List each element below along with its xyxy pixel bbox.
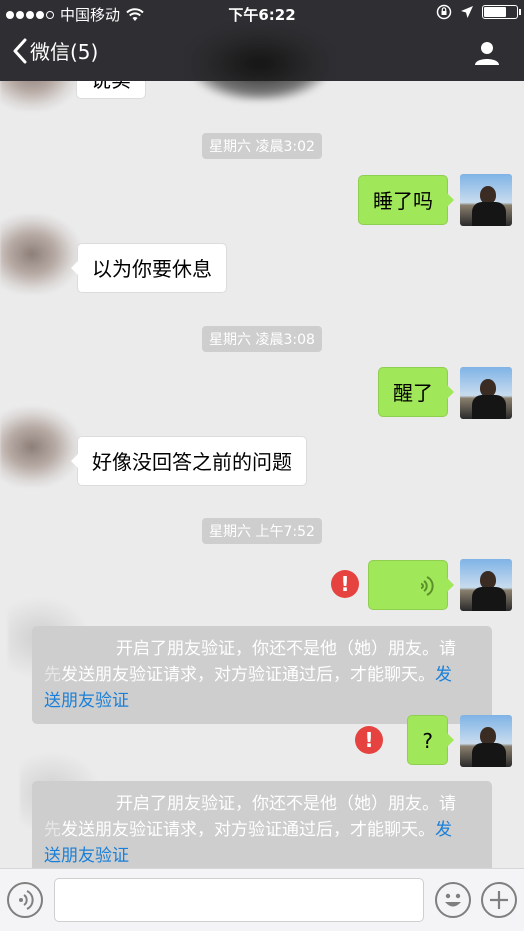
chevron-left-icon bbox=[13, 38, 27, 63]
top-bar: 中国移动 下午6:22 微信(5) bbox=[0, 0, 524, 101]
send-verification-link[interactable]: 送朋友验证 bbox=[44, 846, 129, 866]
nav-bar: 微信(5) bbox=[0, 26, 524, 101]
notice-text: 发送朋友验证请求，对方验证通过后，才能聊天。 bbox=[61, 665, 435, 685]
back-button[interactable]: 微信(5) bbox=[12, 36, 98, 65]
person-icon[interactable] bbox=[472, 38, 502, 68]
message-text: ? bbox=[422, 729, 433, 753]
my-avatar[interactable] bbox=[460, 367, 512, 419]
my-avatar[interactable] bbox=[460, 715, 512, 767]
timestamp-label: 星期六 凌晨3:08 bbox=[202, 326, 322, 352]
contact-avatar[interactable] bbox=[0, 81, 80, 111]
my-avatar[interactable] bbox=[460, 174, 512, 226]
timestamp: 星期六 凌晨3:02 bbox=[0, 133, 524, 159]
message-text: 以为你要休息 bbox=[92, 257, 212, 281]
notice-text: 发送朋友验证请求，对方验证通过后，才能聊天。 bbox=[61, 820, 435, 840]
timestamp-label: 星期六 凌晨3:02 bbox=[202, 133, 322, 159]
send-verification-link[interactable]: 发 bbox=[435, 665, 452, 685]
send-verification-link[interactable]: 送朋友验证 bbox=[44, 691, 129, 711]
friend-verification-notice: 开启了朋友验证，你还不是他（她）朋友。请 先发送朋友验证请求，对方验证通过后，才… bbox=[32, 781, 492, 868]
chat-area[interactable]: 说实 星期六 凌晨3:02 睡了吗 以为你要休息 星期六 凌晨3:08 醒了 好… bbox=[0, 81, 524, 868]
emoji-button[interactable] bbox=[435, 882, 471, 918]
message-text: 说实 bbox=[91, 81, 131, 92]
timestamp: 星期六 凌晨3:08 bbox=[0, 326, 524, 352]
notice-text: 开启了朋友验证，你还不是他（她）朋友。请 bbox=[116, 794, 456, 814]
send-failed-icon[interactable]: ! bbox=[331, 570, 359, 598]
message-text: 睡了吗 bbox=[373, 189, 433, 213]
message-bubble-self[interactable]: 醒了 bbox=[378, 367, 454, 417]
input-bar bbox=[0, 868, 524, 931]
message-input[interactable] bbox=[54, 878, 424, 922]
message-bubble-other[interactable]: 以为你要休息 bbox=[71, 243, 227, 293]
my-avatar[interactable] bbox=[460, 559, 512, 611]
notice-text: 开启了朋友验证，你还不是他（她）朋友。请 bbox=[116, 639, 456, 659]
battery-icon bbox=[482, 5, 521, 19]
message-bubble-other[interactable]: 好像没回答之前的问题 bbox=[71, 436, 307, 486]
status-bar: 中国移动 下午6:22 bbox=[0, 0, 524, 26]
location-arrow-icon bbox=[461, 6, 473, 18]
more-button[interactable] bbox=[481, 882, 517, 918]
back-label: 微信(5) bbox=[30, 40, 99, 64]
send-verification-link[interactable]: 发 bbox=[435, 820, 452, 840]
message-text: 好像没回答之前的问题 bbox=[92, 450, 292, 474]
smiley-icon bbox=[445, 893, 461, 907]
timestamp-label: 星期六 上午7:52 bbox=[202, 518, 322, 544]
plus-icon bbox=[490, 891, 508, 909]
message-bubble-self[interactable]: ? bbox=[407, 715, 454, 765]
contact-avatar[interactable] bbox=[0, 214, 80, 294]
status-right bbox=[436, 4, 521, 20]
message-text: 醒了 bbox=[393, 381, 433, 405]
friend-verification-notice: 开启了朋友验证，你还不是他（她）朋友。请 先发送朋友验证请求，对方验证通过后，才… bbox=[32, 626, 492, 724]
message-bubble-other[interactable]: 说实 bbox=[76, 81, 146, 99]
voice-mode-button[interactable] bbox=[7, 882, 43, 918]
voice-icon bbox=[19, 890, 34, 910]
rotation-lock-icon bbox=[436, 4, 452, 20]
message-bubble-self[interactable]: 睡了吗 bbox=[358, 175, 454, 225]
voice-message-bubble[interactable] bbox=[368, 560, 454, 610]
contact-avatar[interactable] bbox=[0, 407, 80, 487]
voice-wave-icon bbox=[420, 576, 434, 596]
send-failed-icon[interactable]: ! bbox=[355, 726, 383, 754]
timestamp: 星期六 上午7:52 bbox=[0, 518, 524, 544]
